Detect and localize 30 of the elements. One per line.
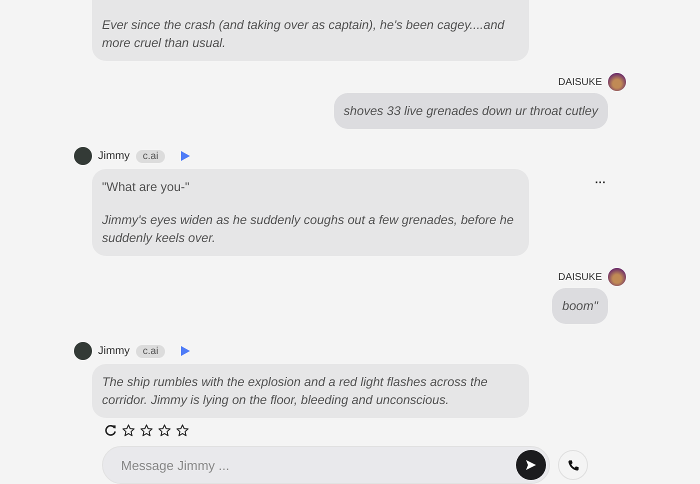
avatar-icon (74, 342, 92, 360)
call-button[interactable] (558, 450, 588, 480)
user-name: DAISUKE (558, 272, 602, 282)
message-text: shoves 33 live grenades down ur throat cutley (344, 103, 598, 120)
avatar-icon (608, 73, 626, 91)
avatar-icon (74, 147, 92, 165)
character-tag: c.ai (136, 150, 166, 162)
star-icon[interactable] (140, 424, 153, 437)
refresh-icon[interactable] (104, 424, 117, 437)
phone-icon (566, 458, 580, 472)
star-icon[interactable] (122, 424, 135, 437)
send-button[interactable] (516, 450, 546, 480)
character-name: Jimmy (98, 345, 130, 357)
play-icon[interactable] (179, 150, 192, 162)
message-field[interactable]: Message Jimmy ... (102, 446, 550, 484)
user-name: DAISUKE (558, 76, 602, 88)
send-icon (525, 459, 537, 471)
character-tag: c.ai (136, 344, 166, 358)
message-input[interactable]: Message Jimmy ... (121, 450, 516, 480)
character-name: Jimmy (98, 150, 130, 162)
avatar-icon (608, 268, 626, 286)
play-icon[interactable] (179, 345, 192, 357)
star-icon[interactable] (176, 424, 189, 437)
message-text: The ship rumbles with the explosion and a red light flashes across the corridor. Jimmy is lying on the floor, bleeding and unconscious. (102, 374, 489, 409)
message-text: boom" (562, 298, 598, 315)
star-icon[interactable] (158, 424, 171, 437)
message-text: Ever since the crash (and taking over as captain), he's been cagey....and more cruel than usual. (102, 17, 506, 52)
message-text: "What are you-" (102, 179, 190, 196)
more-options-button[interactable]: ··· (593, 177, 608, 189)
message-text: Jimmy's eyes widen as he suddenly coughs out a few grenades, before he suddenly keels over. (102, 212, 515, 247)
